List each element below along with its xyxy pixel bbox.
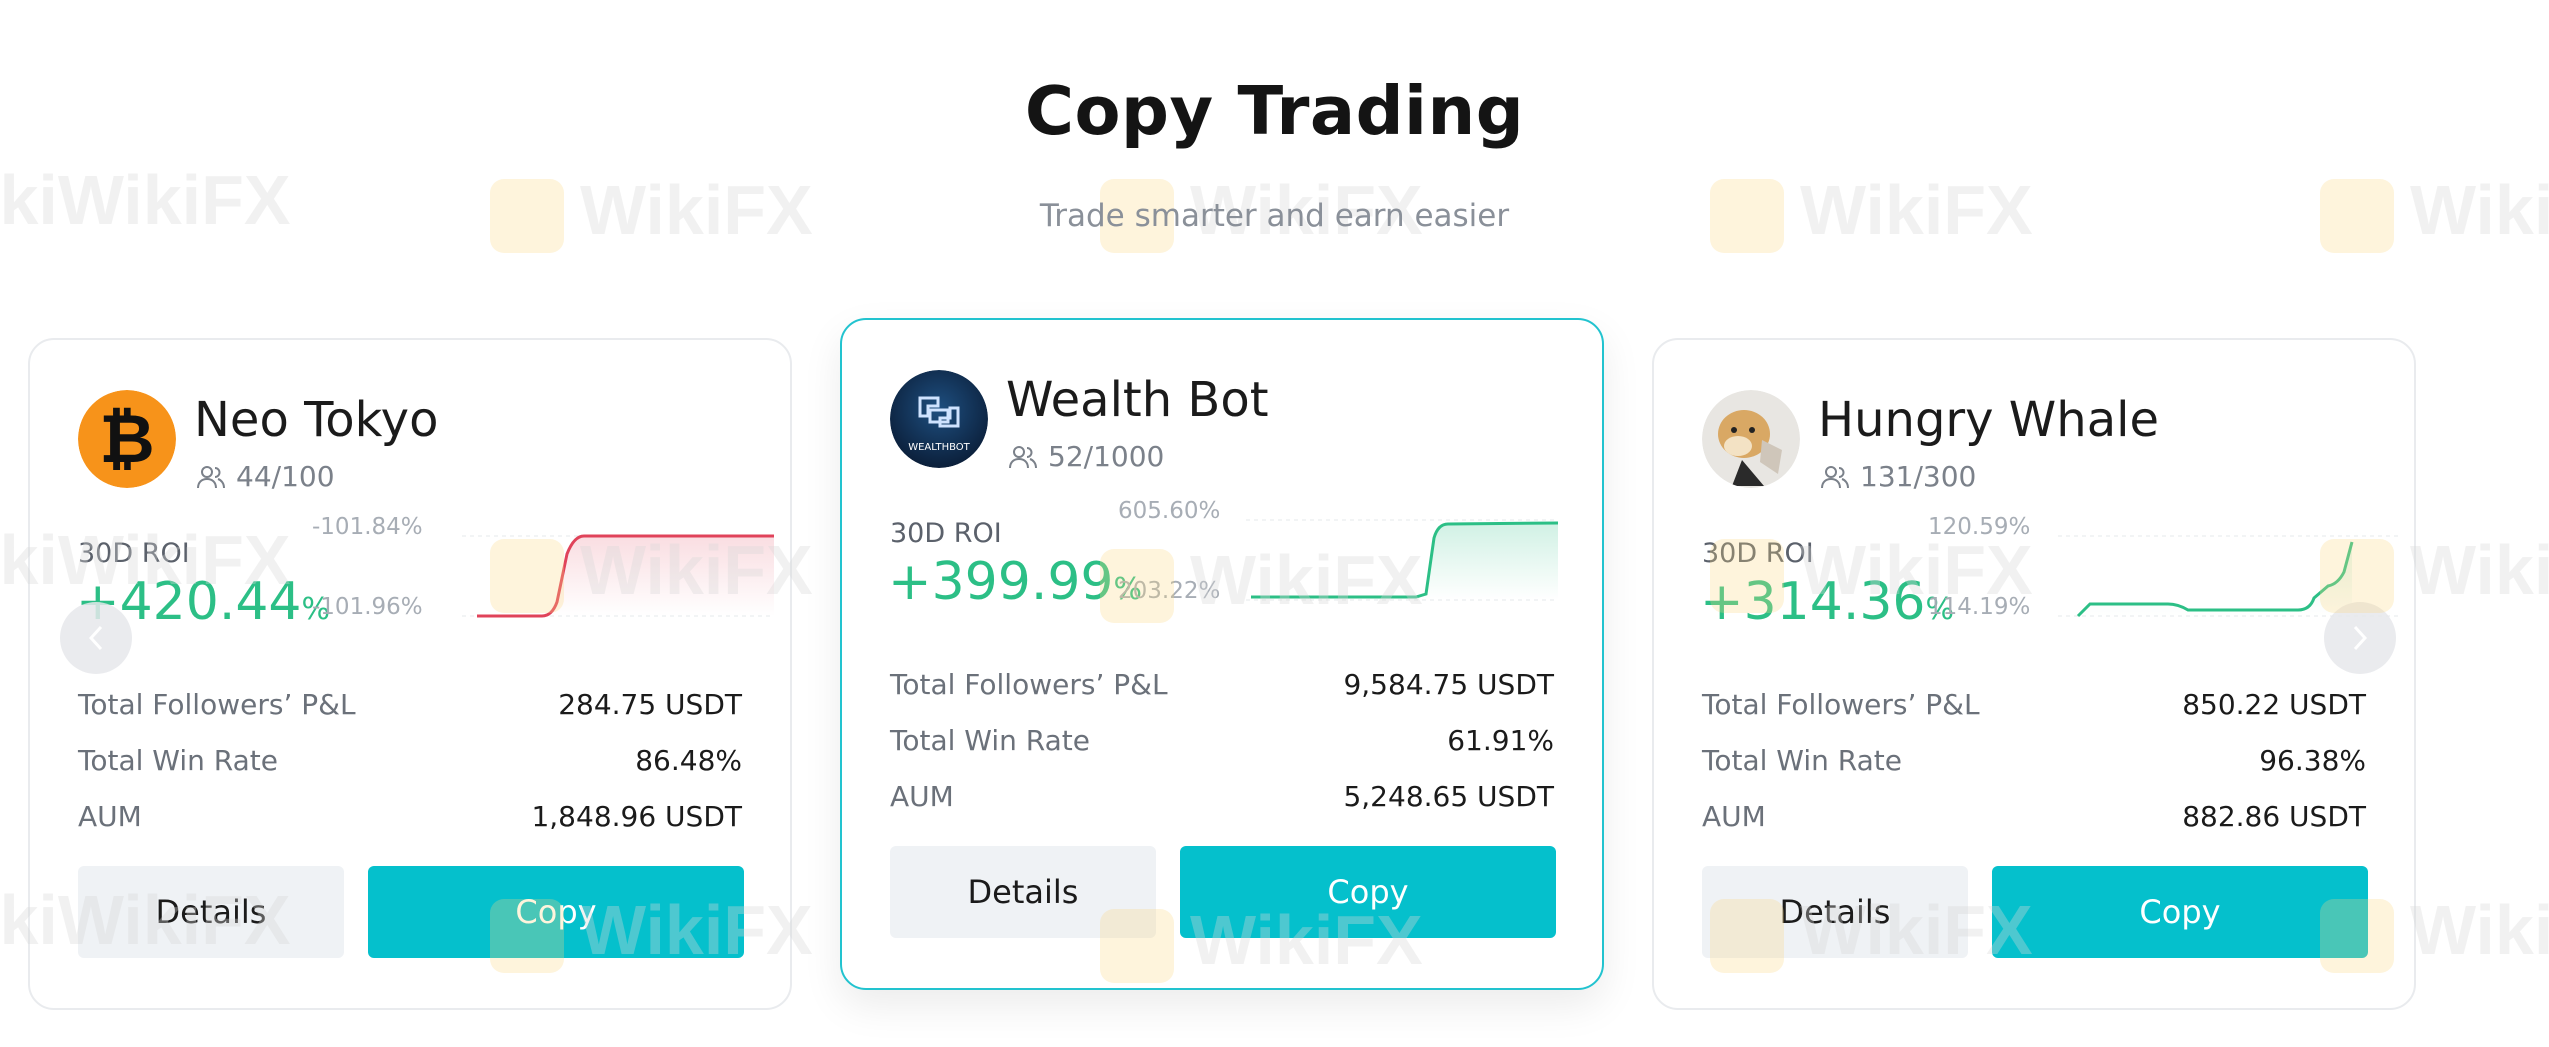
- followers-count: 131/300: [1820, 460, 1976, 493]
- copy-button[interactable]: Copy: [368, 866, 744, 958]
- win-rate-value: 61.91%: [1447, 724, 1554, 757]
- page-title: Copy Trading: [1024, 72, 1525, 150]
- details-button[interactable]: Details: [1702, 866, 1968, 958]
- svg-text:₿: ₿: [99, 400, 154, 479]
- aum-value: 1,848.96 USDT: [531, 800, 742, 833]
- chevron-right-icon: [2353, 625, 2368, 651]
- users-icon: [1821, 465, 1849, 488]
- win-rate-label: Total Win Rate: [1702, 744, 1902, 777]
- bitcoin-icon: ₿: [78, 390, 176, 488]
- trader-name[interactable]: Neo Tokyo: [194, 392, 438, 448]
- doge-avatar-icon: [1702, 390, 1800, 488]
- roi-sparkline: 120.59% 114.19%: [1928, 514, 2398, 634]
- trader-card: Hungry Whale 131/300 30D ROI +314.36% 12…: [1652, 338, 2416, 1010]
- copy-button[interactable]: Copy: [1992, 866, 2368, 958]
- followers-pnl-value: 9,584.75 USDT: [1343, 668, 1554, 701]
- carousel-prev-button[interactable]: [60, 602, 132, 674]
- roi-label: 30D ROI: [890, 518, 1002, 549]
- roi-label: 30D ROI: [1702, 538, 1814, 569]
- followers-pnl-label: Total Followers’ P&L: [78, 688, 356, 721]
- win-rate-value: 86.48%: [635, 744, 742, 777]
- trader-card-featured: WEALTHBOT Wealth Bot 52/1000 30D ROI +39…: [840, 318, 1604, 990]
- win-rate-label: Total Win Rate: [890, 724, 1090, 757]
- aum-label: AUM: [890, 780, 954, 813]
- roi-value: +314.36%: [1700, 572, 1955, 632]
- aum-label: AUM: [78, 800, 142, 833]
- aum-value: 5,248.65 USDT: [1343, 780, 1554, 813]
- svg-text:WEALTHBOT: WEALTHBOT: [908, 442, 970, 453]
- trader-name[interactable]: Hungry Whale: [1818, 392, 2159, 448]
- aum-label: AUM: [1702, 800, 1766, 833]
- users-icon: [197, 465, 225, 488]
- wealthbot-logo-icon: WEALTHBOT: [890, 370, 988, 468]
- followers-pnl-value: 284.75 USDT: [558, 688, 742, 721]
- users-icon: [1009, 445, 1037, 468]
- details-button[interactable]: Details: [78, 866, 344, 958]
- roi-sparkline: 605.60% 203.22%: [1116, 498, 1558, 618]
- followers-pnl-label: Total Followers’ P&L: [1702, 688, 1980, 721]
- roi-sparkline: -101.84% -101.96%: [312, 514, 774, 634]
- win-rate-label: Total Win Rate: [78, 744, 278, 777]
- page-subtitle: Trade smarter and earn easier: [1039, 198, 1510, 234]
- carousel-next-button[interactable]: [2324, 602, 2396, 674]
- followers-count: 52/1000: [1008, 440, 1164, 473]
- trader-name[interactable]: Wealth Bot: [1006, 372, 1269, 428]
- roi-label: 30D ROI: [78, 538, 190, 569]
- aum-value: 882.86 USDT: [2182, 800, 2366, 833]
- trader-card: ₿ Neo Tokyo 44/100 30D ROI +420.44% -101…: [28, 338, 792, 1010]
- chevron-left-icon: [88, 625, 103, 651]
- followers-pnl-label: Total Followers’ P&L: [890, 668, 1168, 701]
- copy-button[interactable]: Copy: [1180, 846, 1556, 938]
- details-button[interactable]: Details: [890, 846, 1156, 938]
- followers-count: 44/100: [196, 460, 335, 493]
- roi-value: +399.99%: [888, 552, 1143, 612]
- followers-pnl-value: 850.22 USDT: [2182, 688, 2366, 721]
- win-rate-value: 96.38%: [2259, 744, 2366, 777]
